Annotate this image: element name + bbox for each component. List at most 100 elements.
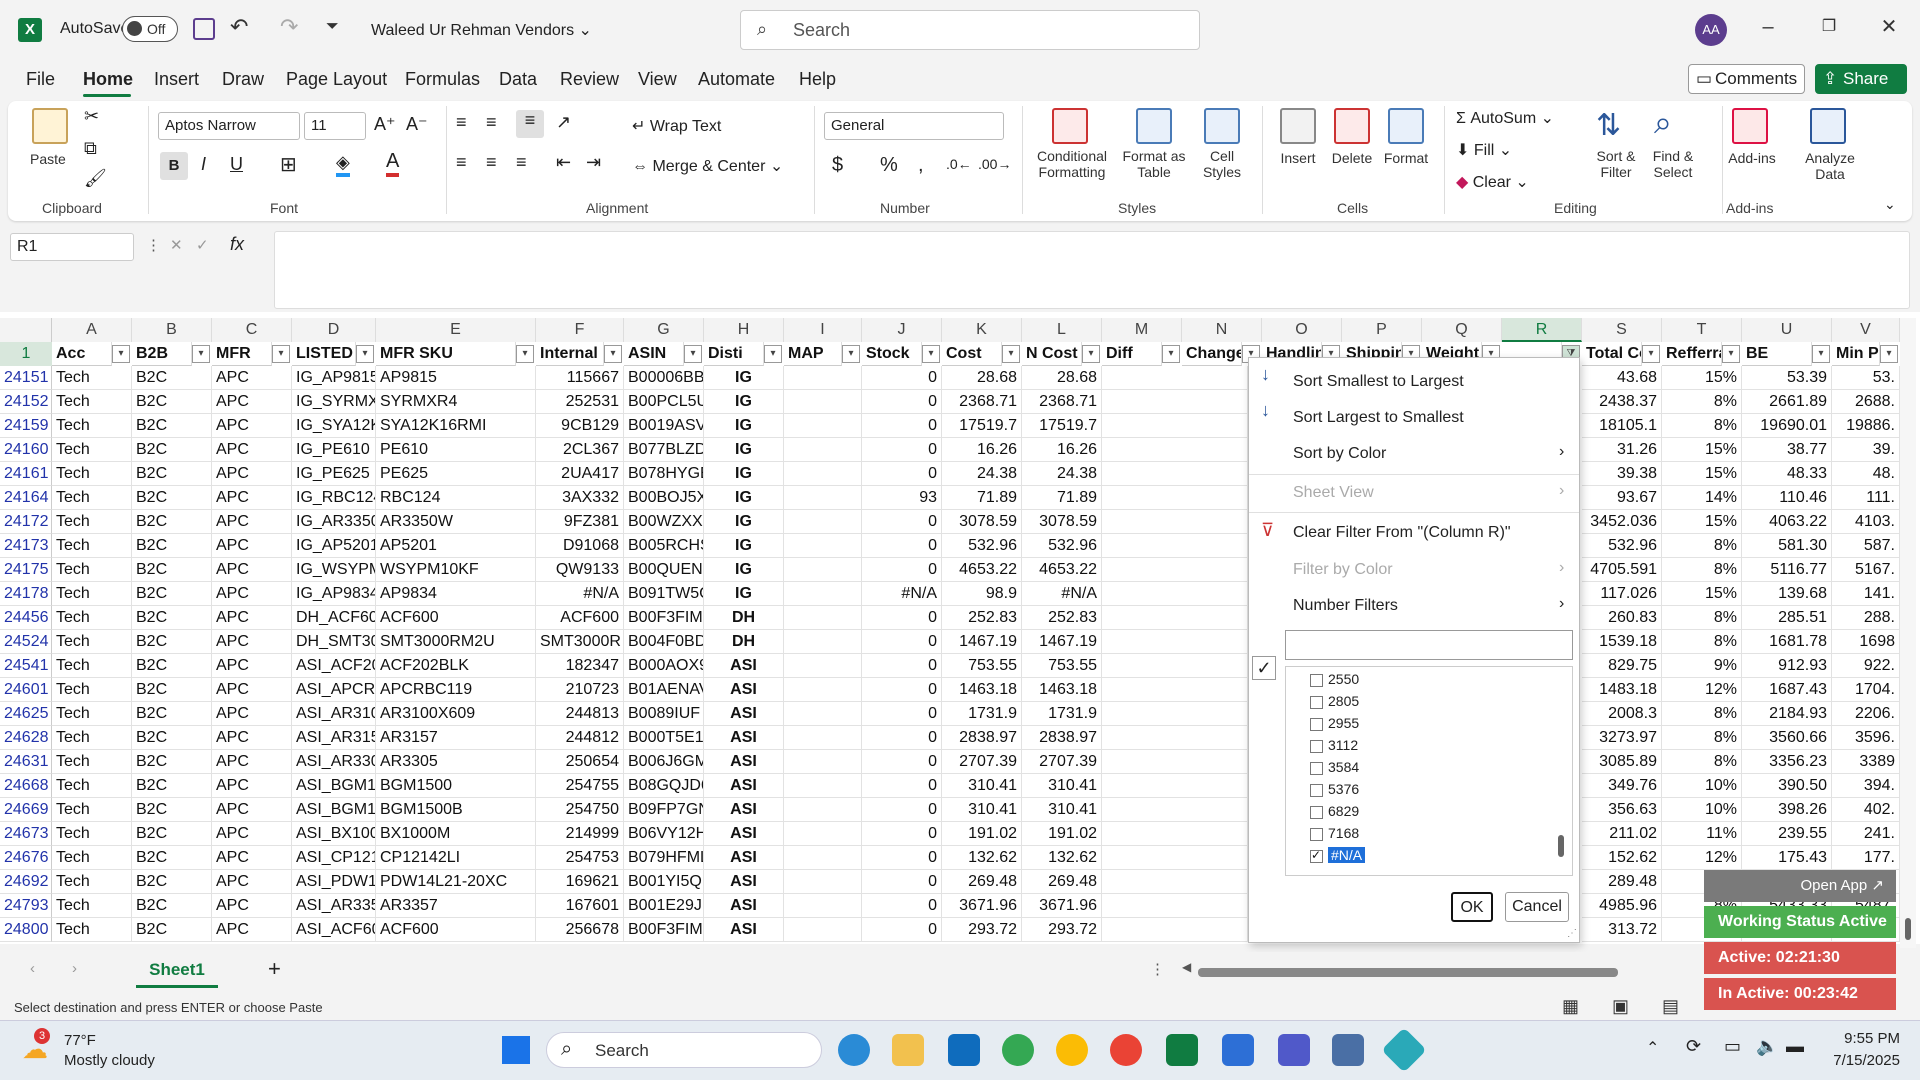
clear-filter-item[interactable]: Clear Filter From "(Column R)" — [1293, 524, 1511, 542]
row-number[interactable]: 24793 — [0, 894, 52, 918]
ok-button[interactable]: OK — [1451, 892, 1493, 922]
table-cell[interactable]: 8% — [1662, 534, 1742, 558]
avatar[interactable]: AA — [1695, 14, 1727, 46]
chrome-profile-icon[interactable] — [1056, 1034, 1088, 1066]
table-cell[interactable] — [784, 750, 862, 774]
table-cell[interactable]: 111. — [1832, 486, 1900, 510]
table-cell[interactable]: IG_PE610 — [292, 438, 376, 462]
row-number[interactable]: 24676 — [0, 846, 52, 870]
table-cell[interactable] — [784, 654, 862, 678]
table-cell[interactable]: 9FZ381 — [536, 510, 624, 534]
table-cell[interactable]: 2438.37 — [1582, 390, 1662, 414]
table-cell[interactable]: 177. — [1832, 846, 1900, 870]
align-middle-icon[interactable]: ≡ — [486, 112, 497, 133]
filter-dropdown-icon[interactable]: ▾ — [272, 345, 290, 363]
add-sheet-icon[interactable]: + — [268, 956, 281, 982]
table-cell[interactable]: ASI — [704, 918, 784, 942]
table-cell[interactable]: 912.93 — [1742, 654, 1832, 678]
table-cell[interactable]: 110.46 — [1742, 486, 1832, 510]
table-cell[interactable]: 1704. — [1832, 678, 1900, 702]
format-as-table-icon[interactable] — [1136, 108, 1172, 144]
table-cell[interactable]: ACF202BLK — [376, 654, 536, 678]
table-cell[interactable]: 8% — [1662, 390, 1742, 414]
filter-dropdown-icon[interactable]: ▾ — [112, 345, 130, 363]
table-cell[interactable]: B2C — [132, 846, 212, 870]
italic-button[interactable]: I — [201, 154, 206, 175]
increase-font-icon[interactable]: A⁺ — [374, 114, 396, 135]
table-cell[interactable]: 0 — [862, 510, 942, 534]
row-number[interactable]: 24601 — [0, 678, 52, 702]
table-cell[interactable]: IG — [704, 582, 784, 606]
table-cell[interactable] — [1102, 870, 1248, 894]
table-cell[interactable]: B001YI5Q — [624, 870, 704, 894]
table-cell[interactable]: ASI — [704, 894, 784, 918]
table-cell[interactable]: 2CL367 — [536, 438, 624, 462]
table-cell[interactable]: 394. — [1832, 774, 1900, 798]
table-cell[interactable] — [1102, 798, 1248, 822]
menu-automate[interactable]: Automate — [698, 69, 775, 90]
table-cell[interactable]: 4653.22 — [1022, 558, 1102, 582]
vertical-scrollbar[interactable] — [1900, 318, 1916, 948]
table-cell[interactable]: 0 — [862, 390, 942, 414]
table-cell[interactable]: Tech — [52, 894, 132, 918]
more-options-icon[interactable]: ⋮ — [1150, 960, 1165, 978]
clear-button[interactable]: ◆ Clear ⌄ — [1456, 172, 1529, 192]
table-cell[interactable]: SMT3000RM2U — [376, 630, 536, 654]
table-cell[interactable]: 310.41 — [1022, 774, 1102, 798]
row-number[interactable]: 24541 — [0, 654, 52, 678]
orientation-icon[interactable]: ↗ — [556, 112, 571, 133]
table-cell[interactable]: B2C — [132, 822, 212, 846]
table-cell[interactable]: B08GQJD6 — [624, 774, 704, 798]
table-cell[interactable]: 12% — [1662, 678, 1742, 702]
table-cell[interactable]: APC — [212, 870, 292, 894]
table-cell[interactable]: B2C — [132, 774, 212, 798]
underline-button[interactable]: U — [230, 154, 243, 175]
table-cell[interactable]: 48.33 — [1742, 462, 1832, 486]
table-cell[interactable]: B0089IUF — [624, 702, 704, 726]
table-cell[interactable]: AP9834 — [376, 582, 536, 606]
field-header[interactable]: Disti — [704, 342, 764, 366]
column-header-f[interactable]: F — [536, 318, 624, 342]
table-cell[interactable]: IG — [704, 558, 784, 582]
filter-value-checkbox[interactable] — [1310, 696, 1323, 709]
table-cell[interactable]: 214999 — [536, 822, 624, 846]
field-header[interactable]: LISTED — [292, 342, 356, 366]
table-cell[interactable]: APC — [212, 582, 292, 606]
table-cell[interactable]: 398.26 — [1742, 798, 1832, 822]
table-cell[interactable]: SYA12K16RMI — [376, 414, 536, 438]
table-cell[interactable]: ASI_PDW1 — [292, 870, 376, 894]
table-cell[interactable]: B2C — [132, 438, 212, 462]
table-cell[interactable]: IG — [704, 438, 784, 462]
table-cell[interactable]: #N/A — [536, 582, 624, 606]
table-cell[interactable]: B2C — [132, 870, 212, 894]
cell-styles-icon[interactable] — [1204, 108, 1240, 144]
column-header-s[interactable]: S — [1582, 318, 1662, 342]
number-format-select[interactable]: General — [824, 112, 1004, 140]
table-cell[interactable]: 3AX332 — [536, 486, 624, 510]
table-cell[interactable]: 39.38 — [1582, 462, 1662, 486]
table-cell[interactable]: B2C — [132, 750, 212, 774]
column-header-m[interactable]: M — [1102, 318, 1182, 342]
column-header-i[interactable]: I — [784, 318, 862, 342]
column-header-v[interactable]: V — [1832, 318, 1900, 342]
open-app-button[interactable]: Open App ↗ — [1704, 870, 1896, 902]
table-cell[interactable]: SYRMXR4 — [376, 390, 536, 414]
find-select-icon[interactable]: ⌕ — [1654, 104, 1672, 142]
table-cell[interactable]: 0 — [862, 630, 942, 654]
table-cell[interactable]: 15% — [1662, 438, 1742, 462]
row-number[interactable]: 24800 — [0, 918, 52, 942]
table-cell[interactable]: 254750 — [536, 798, 624, 822]
table-cell[interactable]: 3560.66 — [1742, 726, 1832, 750]
table-cell[interactable]: APC — [212, 654, 292, 678]
table-cell[interactable]: 3356.23 — [1742, 750, 1832, 774]
sort-asc-item[interactable]: Sort Smallest to Largest — [1293, 373, 1464, 391]
table-cell[interactable] — [784, 414, 862, 438]
table-cell[interactable]: 0 — [862, 462, 942, 486]
table-cell[interactable]: 829.75 — [1582, 654, 1662, 678]
table-cell[interactable]: 293.72 — [942, 918, 1022, 942]
column-header-u[interactable]: U — [1742, 318, 1832, 342]
row-number[interactable]: 24172 — [0, 510, 52, 534]
row-number[interactable]: 24669 — [0, 798, 52, 822]
filter-value-label[interactable]: 2550 — [1328, 671, 1359, 687]
table-cell[interactable]: 252.83 — [1022, 606, 1102, 630]
